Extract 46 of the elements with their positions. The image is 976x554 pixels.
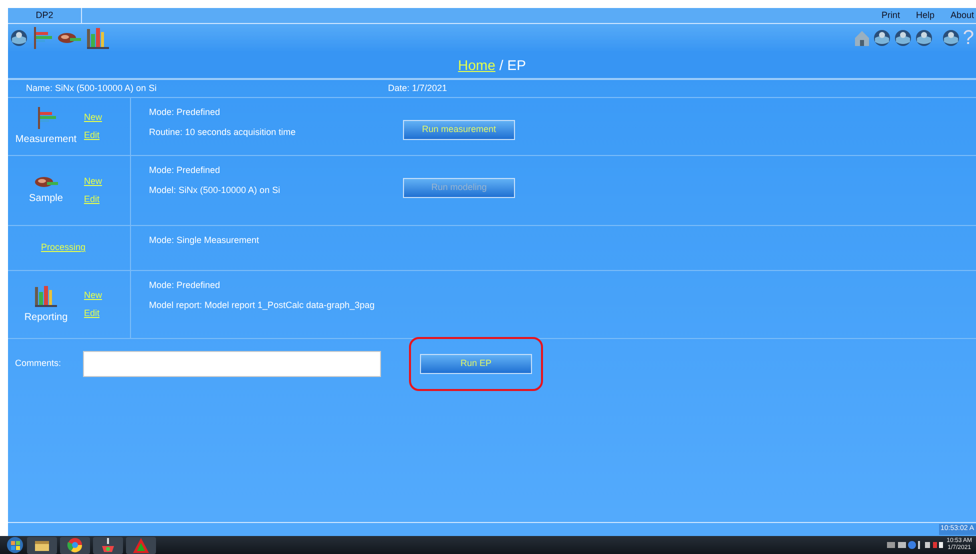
breadcrumb-separator: /: [499, 56, 504, 74]
menu-item[interactable]: Print: [881, 8, 900, 22]
taskbar-button[interactable]: [93, 536, 123, 554]
bar-chart-icon[interactable]: [31, 26, 53, 50]
sample-name: Name: SiNx (500-10000 A) on Si: [25, 82, 158, 95]
section-detail: Mode: Predefined: [149, 164, 222, 177]
browser-icon: [65, 537, 85, 553]
comments-field[interactable]: [83, 351, 382, 377]
section-link[interactable]: Edit: [84, 306, 102, 320]
section-detail: Mode: Predefined: [149, 279, 222, 292]
section-link[interactable]: New: [84, 289, 102, 302]
start-icon[interactable]: [6, 536, 24, 554]
tray-icons-drawing[interactable]: [886, 540, 943, 550]
report-icon: [33, 284, 59, 308]
bar-chart-icon: [35, 106, 57, 130]
menu-item[interactable]: Help: [916, 8, 934, 22]
section-link[interactable]: Edit: [84, 128, 102, 142]
section-label: Sample: [29, 192, 63, 206]
app-icon: [131, 537, 151, 553]
section-detail: Model: SiNx (500-10000 A) on Si: [149, 184, 282, 197]
taskbar-button[interactable]: [27, 536, 57, 554]
date-label: Date: 1/7/2021: [388, 82, 448, 95]
section-detail: Routine: 10 seconds acquisition time: [149, 126, 297, 139]
section-link[interactable]: New: [84, 175, 102, 188]
taskbar-button[interactable]: [60, 536, 90, 554]
app-title: DP2: [8, 8, 82, 23]
sample-icon[interactable]: [56, 31, 82, 45]
report-icon[interactable]: [85, 26, 111, 50]
section-link[interactable]: New: [84, 111, 102, 124]
section-link[interactable]: Edit: [84, 192, 102, 206]
comments-label: Comments:: [15, 357, 62, 370]
run-button[interactable]: Run measurement: [403, 120, 515, 140]
home-icon[interactable]: [854, 29, 870, 47]
section-detail: Mode: Predefined: [149, 106, 222, 119]
home-link[interactable]: Home: [458, 54, 496, 76]
section-label: Measurement: [15, 133, 77, 147]
section-link[interactable]: Processing: [41, 241, 86, 255]
section-detail: Mode: Single Measurement: [149, 234, 260, 247]
taskbar-button[interactable]: [126, 536, 156, 554]
page-title: EP: [507, 56, 526, 74]
section-detail: Model report: Model report 1_PostCalc data-graph_3pag: [149, 298, 376, 312]
sample-icon: [33, 175, 59, 189]
section-label: Reporting: [24, 311, 68, 325]
run-ep-button[interactable]: Run EP: [420, 354, 532, 374]
menu-item[interactable]: About: [950, 8, 974, 22]
help-icon[interactable]: ?: [962, 28, 974, 48]
